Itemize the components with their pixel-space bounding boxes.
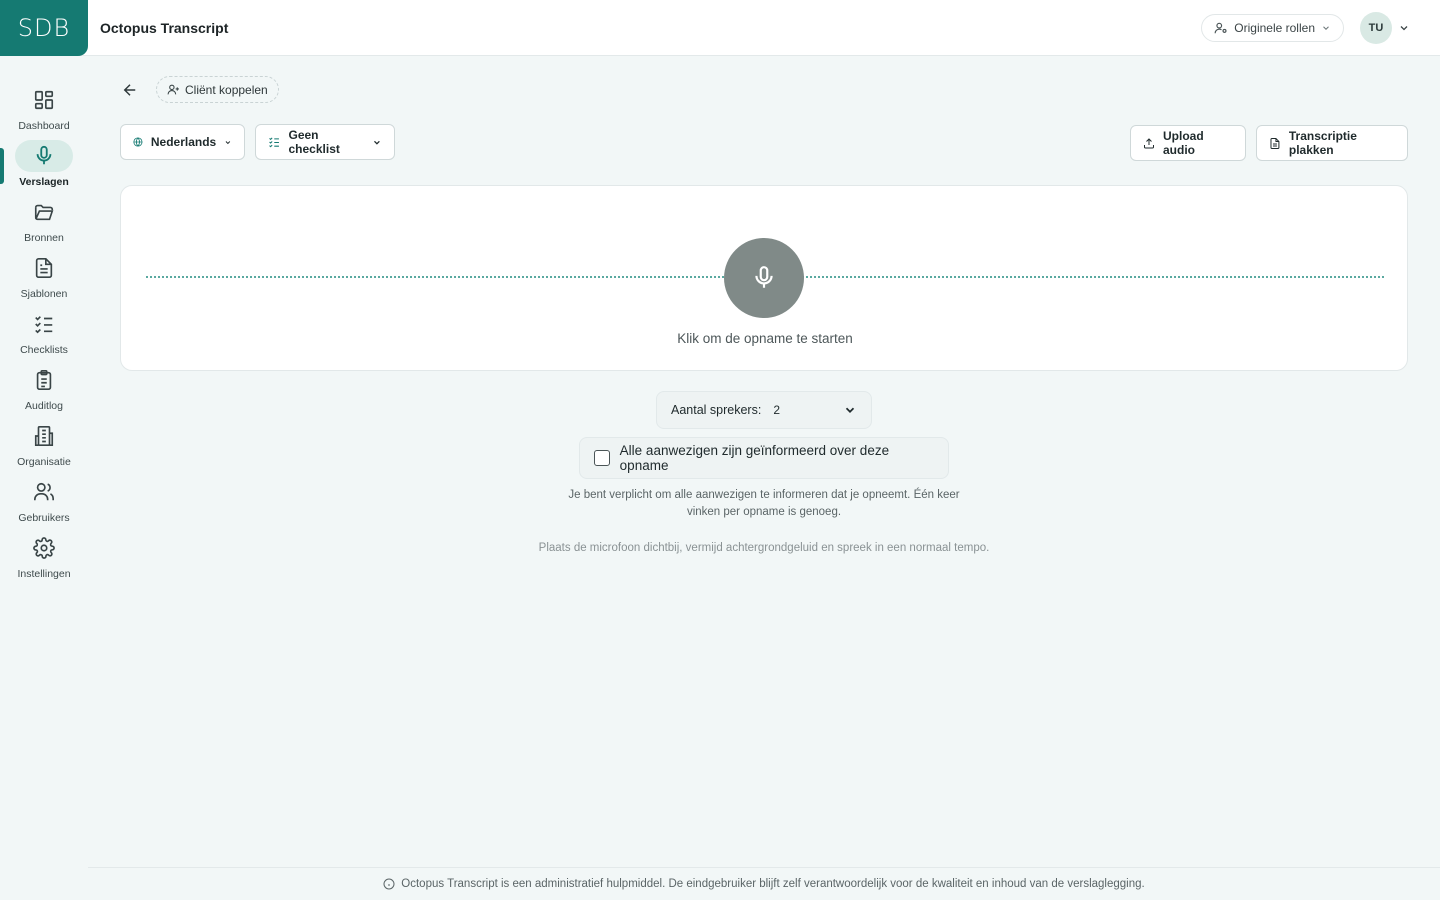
sidebar-item-label: Verslagen [19,176,69,188]
footer-disclaimer: Octopus Transcript is een administratief… [88,867,1440,900]
app-title: Octopus Transcript [100,19,229,36]
consent-checkbox[interactable] [594,450,610,466]
sidebar-item-label: Dashboard [18,120,70,132]
consent-checkbox-row[interactable]: Alle aanwezigen zijn geïnformeerd over d… [579,437,949,479]
sidebar-item-label: Sjablonen [20,288,68,300]
sidebar-item-label: Auditlog [25,400,63,412]
language-label: Nederlands [150,135,217,149]
checklist-select[interactable]: Geen checklist [255,124,395,160]
language-select[interactable]: Nederlands [120,124,245,160]
sidebar-item-bronnen[interactable]: Bronnen [0,196,88,252]
paste-transcript-label: Transcriptie plakken [1288,129,1357,157]
dashboard-icon [15,84,73,116]
record-button[interactable] [724,238,804,318]
upload-audio-label: Upload audio [1162,129,1204,157]
document-icon [15,252,73,284]
back-button[interactable] [118,78,142,102]
chevron-down-icon [374,140,380,145]
folder-icon [15,196,73,228]
user-menu[interactable]: TU [1360,12,1410,44]
logo-text: SDB [17,13,71,42]
sidebar: Dashboard Verslagen Bronnen Sjablonen Ch… [0,56,88,900]
upload-icon [1143,137,1154,148]
gear-icon [15,532,73,564]
sidebar-item-verslagen[interactable]: Verslagen [0,140,88,196]
document-icon [1270,137,1280,149]
checklist-label: Geen checklist [288,128,340,156]
sidebar-item-gebruikers[interactable]: Gebruikers [0,476,88,532]
role-switch-label: Originele rollen [1234,21,1315,35]
record-hint: Klik om de opname te starten [677,331,853,346]
top-header: SDB Octopus Transcript Originele rollen … [0,0,1440,56]
sidebar-item-organisatie[interactable]: Organisatie [0,420,88,476]
info-icon [383,878,395,890]
microphone-icon [15,140,73,172]
checklist-icon [269,137,279,148]
sidebar-item-label: Checklists [20,344,68,356]
sidebar-item-label: Organisatie [17,456,71,468]
avatar: TU [1360,12,1392,44]
user-plus-icon [167,84,179,95]
header-actions: Originele rollen TU [1201,12,1410,44]
sidebar-item-auditlog[interactable]: Auditlog [0,364,88,420]
paste-transcript-button[interactable]: Transcriptie plakken [1256,125,1408,161]
chevron-down-icon [1323,26,1329,30]
chevron-down-icon [1400,26,1408,31]
building-icon [15,420,73,452]
sidebar-item-label: Bronnen [24,232,64,244]
sidebar-item-dashboard[interactable]: Dashboard [0,84,88,140]
role-switch-button[interactable]: Originele rollen [1201,14,1344,42]
clipboard-icon [15,364,73,396]
footer-text: Octopus Transcript is een administratief… [401,878,1145,890]
sidebar-item-label: Gebruikers [18,512,70,524]
logo[interactable]: SDB [0,0,88,56]
speaker-count-select[interactable]: Aantal sprekers: 2 [656,391,872,429]
user-cog-icon [1214,22,1227,34]
microphone-icon [755,266,773,288]
link-client-button[interactable]: Cliënt koppelen [156,76,279,103]
speaker-count-label: Aantal sprekers: [671,403,762,417]
sidebar-item-checklists[interactable]: Checklists [0,308,88,364]
chevron-down-icon [845,407,855,413]
speaker-count-value: 2 [773,403,781,417]
consent-note: Je bent verplicht om alle aanwezigen te … [560,487,968,521]
sidebar-item-instellingen[interactable]: Instellingen [0,532,88,588]
upload-audio-button[interactable]: Upload audio [1130,125,1246,161]
arrow-left-icon [123,84,136,96]
users-icon [15,476,73,508]
checklist-icon [15,308,73,340]
consent-note-line: vinken per opname is genoeg. [686,506,842,518]
consent-label: Alle aanwezigen zijn geïnformeerd over d… [619,443,890,473]
recorder-card: Klik om de opname te starten [120,185,1408,371]
globe-icon [133,137,143,147]
recording-tip: Plaats de microfoon dichtbij, vermijd ac… [538,542,990,554]
link-client-label: Cliënt koppelen [185,82,268,97]
chevron-down-icon [225,140,231,144]
sidebar-item-sjablonen[interactable]: Sjablonen [0,252,88,308]
consent-note-line: Je bent verplicht om alle aanwezigen te … [568,489,960,501]
sidebar-item-label: Instellingen [17,568,71,580]
